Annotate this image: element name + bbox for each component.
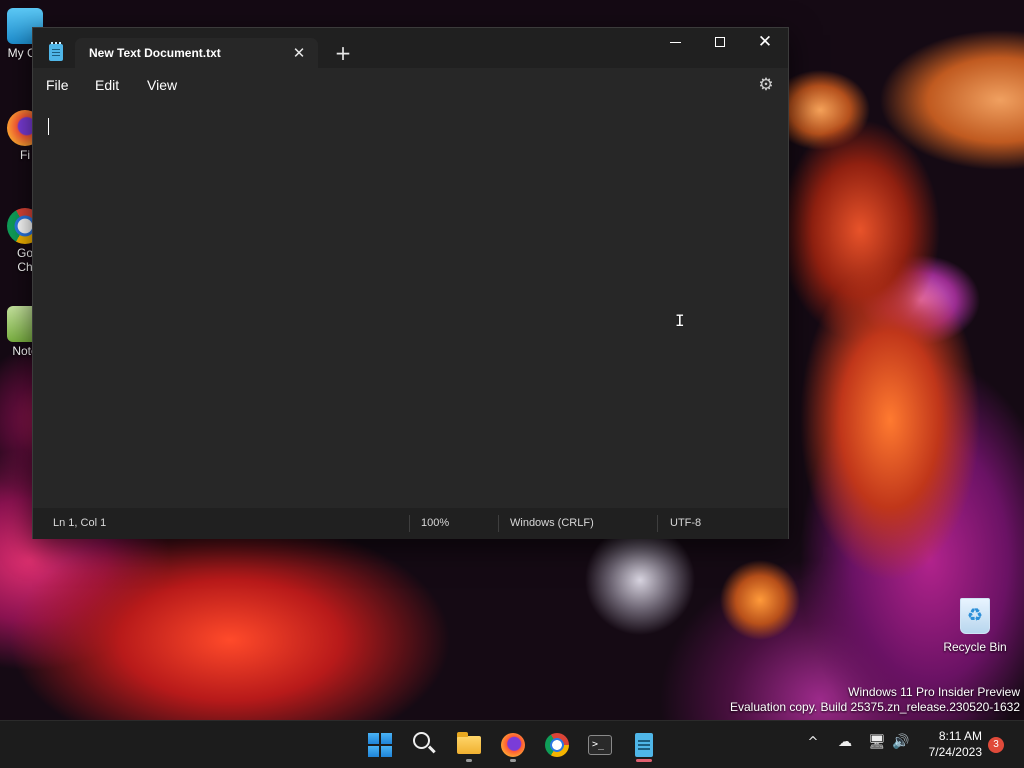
status-divider xyxy=(409,515,410,532)
windows-start-icon xyxy=(368,733,392,757)
maximize-button[interactable] xyxy=(697,28,743,58)
taskbar-search-button[interactable] xyxy=(409,729,441,761)
notepad-window: New Text Document.txt ✕ + ✕ File Edit Vi… xyxy=(32,27,789,539)
minimize-icon xyxy=(669,41,681,43)
status-cursor-position: Ln 1, Col 1 xyxy=(53,517,107,529)
desktop-icon-recycle-bin[interactable]: Recycle Bin xyxy=(942,598,1008,654)
clock-time: 8:11 AM xyxy=(938,729,982,743)
notification-badge[interactable]: 3 xyxy=(988,737,1004,753)
windows-watermark: Windows 11 Pro Insider Preview Evaluatio… xyxy=(730,685,1020,715)
taskbar-notepad[interactable] xyxy=(628,729,660,762)
running-indicator xyxy=(510,759,516,762)
status-divider xyxy=(657,515,658,532)
tab-new-text-document[interactable]: New Text Document.txt ✕ xyxy=(75,38,318,69)
chrome-icon xyxy=(545,733,569,757)
settings-gear-icon[interactable]: ⚙ xyxy=(756,75,776,95)
taskbar-firefox[interactable] xyxy=(497,729,529,762)
tab-title: New Text Document.txt xyxy=(89,46,221,60)
taskbar-clock[interactable]: 8:11 AM 7/24/2023 xyxy=(912,728,982,760)
clock-date: 7/24/2023 xyxy=(928,745,982,759)
title-bar[interactable]: New Text Document.txt ✕ + ✕ xyxy=(33,28,788,69)
menu-bar: File Edit View ⚙ xyxy=(33,68,788,104)
tab-close-icon[interactable]: ✕ xyxy=(289,43,309,63)
active-indicator xyxy=(636,759,652,762)
taskbar-terminal[interactable]: >_ xyxy=(584,729,616,761)
taskbar-file-explorer[interactable] xyxy=(453,729,485,762)
new-tab-button[interactable]: + xyxy=(331,43,355,65)
network-icon[interactable]: 🖥 xyxy=(866,734,888,750)
taskbar: >_ ^ ☁ 🖥 🔊 8:11 AM 7/24/2023 3 xyxy=(0,720,1024,768)
folder-icon xyxy=(457,732,481,754)
notepad-icon xyxy=(635,733,653,757)
search-icon xyxy=(413,732,430,749)
minimize-button[interactable] xyxy=(652,28,698,58)
taskbar-chrome[interactable] xyxy=(541,729,573,761)
terminal-icon: >_ xyxy=(588,735,612,755)
text-caret xyxy=(48,118,49,135)
menu-edit[interactable]: Edit xyxy=(95,77,119,93)
status-line-ending[interactable]: Windows (CRLF) xyxy=(510,517,594,529)
recycle-bin-label: Recycle Bin xyxy=(943,640,1007,654)
maximize-icon xyxy=(715,37,725,47)
text-editor[interactable] xyxy=(33,104,788,508)
watermark-line2: Evaluation copy. Build 25375.zn_release.… xyxy=(730,700,1020,714)
watermark-line1: Windows 11 Pro Insider Preview xyxy=(848,685,1020,699)
menu-file[interactable]: File xyxy=(46,77,69,93)
onedrive-cloud-icon[interactable]: ☁ xyxy=(834,734,856,750)
recycle-bin-icon xyxy=(960,598,990,634)
taskbar-start-button[interactable] xyxy=(364,729,396,761)
tray-overflow-chevron-icon[interactable]: ^ xyxy=(802,735,824,750)
status-encoding[interactable]: UTF-8 xyxy=(670,517,701,529)
running-indicator xyxy=(466,759,472,762)
ibeam-cursor-icon: I xyxy=(675,311,685,330)
status-zoom[interactable]: 100% xyxy=(421,517,449,529)
close-button[interactable]: ✕ xyxy=(742,28,788,58)
status-bar: Ln 1, Col 1 100% Windows (CRLF) UTF-8 xyxy=(33,508,788,539)
menu-view[interactable]: View xyxy=(147,77,177,93)
firefox-icon xyxy=(501,733,525,757)
volume-icon[interactable]: 🔊 xyxy=(890,734,912,750)
notepad-icon xyxy=(49,42,63,61)
status-divider xyxy=(498,515,499,532)
